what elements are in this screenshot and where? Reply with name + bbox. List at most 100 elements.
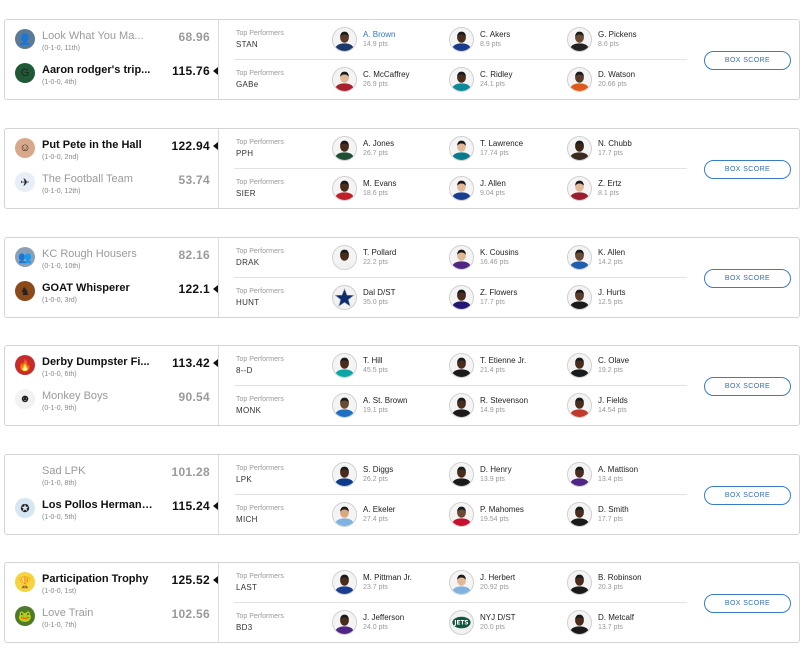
player-headshot-icon[interactable] — [332, 245, 357, 270]
player-card[interactable]: J. Hurts 12.5 pts — [567, 285, 682, 313]
player-card[interactable]: B. Robinson 20.3 pts — [567, 570, 682, 598]
player-card[interactable]: K. Allen 14.2 pts — [567, 245, 682, 273]
player-headshot-icon[interactable] — [567, 67, 592, 92]
player-name[interactable]: T. Hill — [363, 356, 383, 365]
player-name[interactable]: D. Watson — [598, 70, 635, 79]
player-card[interactable]: R. Stevenson 14.9 pts — [449, 393, 564, 421]
player-name[interactable]: K. Cousins — [480, 248, 519, 257]
player-name[interactable]: P. Mahomes — [480, 505, 524, 514]
team-name[interactable]: Los Pollos Hermanos — [42, 499, 154, 511]
player-name[interactable]: J. Herbert — [480, 573, 515, 582]
player-name[interactable]: G. Pickens — [598, 30, 637, 39]
matchup-card[interactable]: Sad LPK (0-1-0, 8th) 101.28 ✪ Los Pollos Her… — [4, 454, 800, 535]
player-name[interactable]: D. Henry — [480, 465, 512, 474]
team-row[interactable]: G Aaron rodger's trip... (1-0-0, 4th) 115.7… — [13, 61, 218, 93]
team-row[interactable]: 🏆 Participation Trophy (1-0-0, 1st) 125.52 — [13, 570, 218, 602]
team-row[interactable]: ☺ Put Pete in the Hall (1-0-0, 2nd) 122.94 — [13, 136, 218, 168]
player-card[interactable]: T. Hill 45.5 pts — [332, 353, 447, 381]
player-card[interactable]: JETS NYJ D/ST 20.0 pts — [449, 610, 564, 638]
player-headshot-icon[interactable] — [567, 353, 592, 378]
player-card[interactable]: A. Mattison 13.4 pts — [567, 462, 682, 490]
player-name[interactable]: A. St. Brown — [363, 396, 407, 405]
player-name[interactable]: Z. Ertz — [598, 179, 622, 188]
team-row[interactable]: 🐸 Love Train (0-1-0, 7th) 102.56 — [13, 604, 218, 636]
player-headshot-icon[interactable] — [332, 462, 357, 487]
player-name[interactable]: K. Allen — [598, 248, 625, 257]
player-name[interactable]: N. Chubb — [598, 139, 632, 148]
player-headshot-icon[interactable] — [449, 570, 474, 595]
box-score-button[interactable]: BOX SCORE — [704, 269, 791, 288]
player-card[interactable]: T. Lawrence 17.74 pts — [449, 136, 564, 164]
player-card[interactable]: C. Olave 19.2 pts — [567, 353, 682, 381]
player-card[interactable]: D. Metcalf 13.7 pts — [567, 610, 682, 638]
player-card[interactable]: C. McCaffrey 26.9 pts — [332, 67, 447, 95]
player-name[interactable]: C. McCaffrey — [363, 70, 410, 79]
player-name[interactable]: A. Jones — [363, 139, 394, 148]
team-row[interactable]: 👤 Look What You Ma... (0-1-0, 11th) 68.96 — [13, 27, 218, 59]
player-card[interactable]: J. Fields 14.54 pts — [567, 393, 682, 421]
player-card[interactable]: N. Chubb 17.7 pts — [567, 136, 682, 164]
matchup-card[interactable]: 🔥 Derby Dumpster Fi... (1-0-0, 6th) 113.42 ☻… — [4, 345, 800, 426]
player-card[interactable]: A. Jones 26.7 pts — [332, 136, 447, 164]
box-score-button[interactable]: BOX SCORE — [704, 486, 791, 505]
player-headshot-icon[interactable] — [449, 353, 474, 378]
team-row[interactable]: ✈ The Football Team (0-1-0, 12th) 53.74 — [13, 170, 218, 202]
team-name[interactable]: Monkey Boys — [42, 390, 154, 402]
team-row[interactable]: ♞ GOAT Whisperer (1-0-0, 3rd) 122.1 — [13, 279, 218, 311]
player-card[interactable]: T. Etienne Jr. 21.4 pts — [449, 353, 564, 381]
player-headshot-icon[interactable] — [567, 502, 592, 527]
team-row[interactable]: ✪ Los Pollos Hermanos (1-0-0, 5th) 115.24 — [13, 496, 218, 528]
matchup-card[interactable]: ☺ Put Pete in the Hall (1-0-0, 2nd) 122.94 ✈… — [4, 128, 800, 209]
player-card[interactable]: D. Smith 17.7 pts — [567, 502, 682, 530]
matchup-card[interactable]: 🏆 Participation Trophy (1-0-0, 1st) 125.52 🐸… — [4, 562, 800, 643]
player-card[interactable]: J. Jefferson 24.0 pts — [332, 610, 447, 638]
box-score-button[interactable]: BOX SCORE — [704, 594, 791, 613]
player-card[interactable]: A. St. Brown 19.1 pts — [332, 393, 447, 421]
matchup-card[interactable]: 👥 KC Rough Housers (0-1-0, 10th) 82.16 ♞ GOAT… — [4, 237, 800, 318]
player-headshot-icon[interactable] — [567, 136, 592, 161]
player-name[interactable]: D. Smith — [598, 505, 629, 514]
player-name[interactable]: A. Ekeler — [363, 505, 395, 514]
player-headshot-icon[interactable] — [449, 502, 474, 527]
team-name[interactable]: Derby Dumpster Fi... — [42, 356, 154, 368]
player-headshot-icon[interactable] — [567, 610, 592, 635]
box-score-button[interactable]: BOX SCORE — [704, 51, 791, 70]
player-headshot-icon[interactable] — [332, 176, 357, 201]
box-score-button[interactable]: BOX SCORE — [704, 160, 791, 179]
player-headshot-icon[interactable] — [332, 353, 357, 378]
player-card[interactable]: D. Henry 13.9 pts — [449, 462, 564, 490]
player-card[interactable]: Z. Flowers 17.7 pts — [449, 285, 564, 313]
player-card[interactable]: K. Cousins 16.46 pts — [449, 245, 564, 273]
player-card[interactable]: J. Herbert 20.92 pts — [449, 570, 564, 598]
player-headshot-icon[interactable] — [567, 245, 592, 270]
player-name[interactable]: C. Akers — [480, 30, 510, 39]
player-name[interactable]: R. Stevenson — [480, 396, 528, 405]
player-headshot-icon[interactable] — [567, 285, 592, 310]
player-name[interactable]: NYJ D/ST — [480, 613, 516, 622]
player-headshot-icon[interactable] — [332, 67, 357, 92]
player-name[interactable]: J. Allen — [480, 179, 506, 188]
team-name[interactable]: Participation Trophy — [42, 573, 154, 585]
player-name[interactable]: T. Lawrence — [480, 139, 523, 148]
player-card[interactable]: M. Evans 18.6 pts — [332, 176, 447, 204]
player-card[interactable]: G. Pickens 8.6 pts — [567, 27, 682, 55]
player-card[interactable]: J. Allen 9.04 pts — [449, 176, 564, 204]
player-card[interactable]: Dal D/ST 35.0 pts — [332, 285, 447, 313]
player-headshot-icon[interactable] — [332, 502, 357, 527]
team-row[interactable]: 🔥 Derby Dumpster Fi... (1-0-0, 6th) 113.42 — [13, 353, 218, 385]
player-name[interactable]: M. Pittman Jr. — [363, 573, 412, 582]
team-name[interactable]: Love Train — [42, 607, 154, 619]
player-name[interactable]: Dal D/ST — [363, 288, 395, 297]
player-headshot-icon[interactable] — [449, 67, 474, 92]
player-headshot-icon[interactable] — [449, 136, 474, 161]
player-name[interactable]: A. Brown — [363, 30, 395, 39]
team-row[interactable]: 👥 KC Rough Housers (0-1-0, 10th) 82.16 — [13, 245, 218, 277]
player-card[interactable]: D. Watson 20.66 pts — [567, 67, 682, 95]
player-card[interactable]: Z. Ertz 8.1 pts — [567, 176, 682, 204]
player-name[interactable]: M. Evans — [363, 179, 396, 188]
team-name[interactable]: Aaron rodger's trip... — [42, 64, 154, 76]
player-card[interactable]: S. Diggs 26.2 pts — [332, 462, 447, 490]
player-headshot-icon[interactable] — [449, 176, 474, 201]
player-name[interactable]: C. Ridley — [480, 70, 512, 79]
player-headshot-icon[interactable] — [567, 176, 592, 201]
